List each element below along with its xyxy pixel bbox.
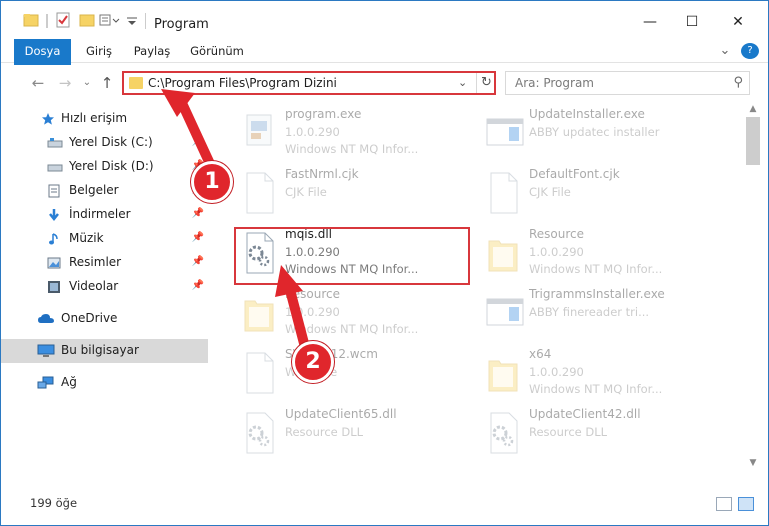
callout-step-1: 1 [191, 161, 233, 203]
callout-step-2: 2 [292, 341, 334, 383]
file-explorer-window: Program — ☐ ✕ Dosya Giriş Paylaş Görünüm… [0, 0, 769, 526]
annotation-arrows [161, 89, 311, 356]
